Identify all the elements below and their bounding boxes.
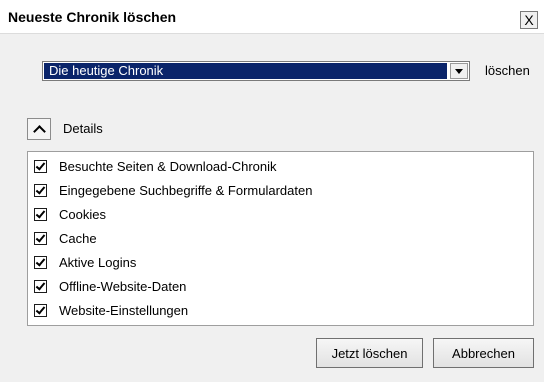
list-item-cache[interactable]: Cache: [34, 228, 97, 248]
chevron-down-icon: [455, 68, 463, 74]
details-toggle-button[interactable]: [27, 118, 51, 140]
time-range-suffix-label: löschen: [485, 63, 530, 78]
checkbox-label: Cache: [59, 230, 97, 246]
checkbox-label: Offline-Website-Daten: [59, 278, 187, 294]
time-range-select[interactable]: Die heutige Chronik: [42, 61, 470, 81]
close-icon: X: [524, 12, 534, 28]
checkbox-label: Website-Einstellungen: [59, 302, 189, 318]
clear-history-dialog: Neueste Chronik löschen X Die heutige Ch…: [0, 0, 544, 382]
list-item-cookies[interactable]: Cookies: [34, 204, 106, 224]
list-item-form-data[interactable]: Eingegebene Suchbegriffe & Formulardaten: [34, 180, 312, 200]
checkbox-label: Besuchte Seiten & Download-Chronik: [59, 158, 277, 174]
dropdown-button[interactable]: [450, 63, 468, 79]
chevron-up-icon: [32, 124, 46, 138]
checkbox-label: Eingegebene Suchbegriffe & Formulardaten: [59, 182, 313, 198]
close-button[interactable]: X: [520, 11, 538, 29]
checkbox-logins[interactable]: [34, 255, 47, 269]
dialog-title: Neueste Chronik löschen: [8, 9, 177, 25]
list-item-logins[interactable]: Aktive Logins: [34, 252, 136, 272]
cancel-button[interactable]: Abbrechen: [433, 338, 534, 368]
checkbox-label: Cookies: [59, 206, 106, 222]
checkbox-form-data[interactable]: [34, 183, 47, 197]
list-item-history[interactable]: Besuchte Seiten & Download-Chronik: [34, 156, 277, 176]
details-list: Besuchte Seiten & Download-Chronik Einge…: [27, 151, 534, 326]
title-bar: Neueste Chronik löschen X: [0, 0, 544, 34]
time-range-value: Die heutige Chronik: [44, 63, 447, 79]
checkbox-label: Aktive Logins: [59, 254, 137, 270]
checkbox-site-settings[interactable]: [34, 303, 47, 317]
clear-now-button[interactable]: Jetzt löschen: [316, 338, 423, 368]
checkbox-offline-data[interactable]: [34, 279, 47, 293]
list-item-site-settings[interactable]: Website-Einstellungen: [34, 300, 188, 320]
checkbox-cookies[interactable]: [34, 207, 47, 221]
checkbox-history[interactable]: [34, 159, 47, 173]
list-item-offline-data[interactable]: Offline-Website-Daten: [34, 276, 186, 296]
checkbox-cache[interactable]: [34, 231, 47, 245]
details-label[interactable]: Details: [63, 121, 103, 136]
